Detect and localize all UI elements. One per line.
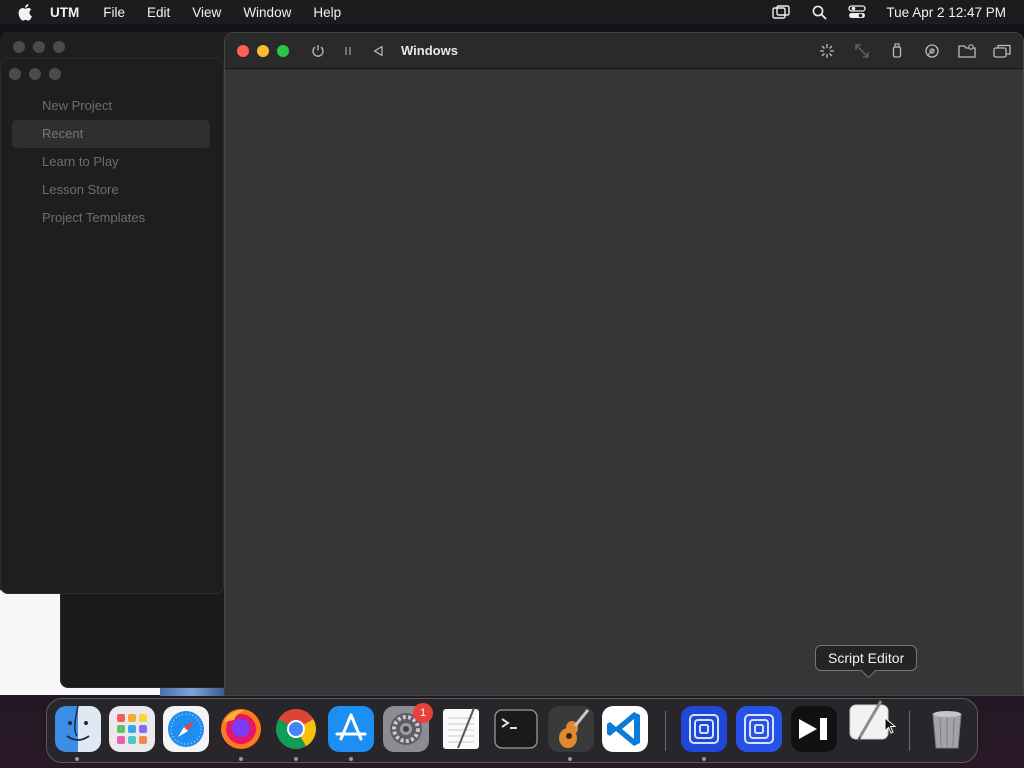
inactive-window-controls	[13, 41, 65, 53]
close-dot-icon[interactable]	[9, 68, 21, 80]
utm-vm-window: Windows	[224, 32, 1024, 696]
chooser-sidebar: New Project Recent Learn to Play Lesson …	[12, 92, 210, 232]
pause-icon[interactable]	[337, 40, 359, 62]
minimize-dot-icon[interactable]	[33, 41, 45, 53]
chrome-icon[interactable]	[273, 706, 319, 752]
imovie-icon[interactable]	[791, 706, 837, 752]
menu-app-name[interactable]: UTM	[50, 5, 79, 20]
dock-tooltip: Script Editor	[815, 645, 918, 671]
desktop-area-strip	[160, 687, 224, 696]
running-indicator	[239, 757, 243, 761]
menu-view[interactable]: View	[192, 5, 221, 20]
notification-badge: 1	[413, 703, 433, 723]
running-indicator	[349, 757, 353, 761]
running-indicator	[75, 757, 79, 761]
capture-input-icon[interactable]	[816, 40, 838, 62]
dock	[46, 698, 978, 763]
window-title: Windows	[401, 43, 458, 58]
running-indicator	[568, 757, 572, 761]
vm-display-area[interactable]	[225, 70, 1023, 695]
app-store-icon[interactable]	[328, 706, 374, 752]
minimize-button[interactable]	[257, 44, 269, 57]
sidebar-item-lesson-store[interactable]: Lesson Store	[12, 176, 210, 204]
apple-menu-icon[interactable]	[18, 3, 36, 21]
windows-icon[interactable]	[991, 40, 1013, 62]
chooser-window-controls	[9, 68, 61, 80]
window-controls	[237, 44, 289, 57]
menu-edit[interactable]: Edit	[147, 5, 170, 20]
utm-icon[interactable]	[681, 706, 727, 752]
menu-file[interactable]: File	[103, 5, 125, 20]
launchpad-icon[interactable]	[109, 706, 155, 752]
zoom-dot-icon[interactable]	[53, 41, 65, 53]
dock-separator	[665, 711, 666, 751]
sidebar-item-recent[interactable]: Recent	[12, 120, 210, 148]
firefox-icon[interactable]	[218, 706, 264, 752]
close-dot-icon[interactable]	[13, 41, 25, 53]
finder-icon[interactable]	[55, 706, 101, 752]
menu-bar: UTM File Edit View Window Help Tue Apr 2…	[0, 0, 1024, 24]
minimize-dot-icon[interactable]	[29, 68, 41, 80]
back-icon[interactable]	[367, 40, 389, 62]
menu-clock[interactable]: Tue Apr 2 12:47 PM	[886, 5, 1006, 20]
vscode-icon[interactable]	[602, 706, 648, 752]
search-icon[interactable]	[810, 4, 828, 20]
terminal-icon[interactable]	[493, 706, 539, 752]
running-indicator	[294, 757, 298, 761]
menu-help[interactable]: Help	[313, 5, 341, 20]
close-button[interactable]	[237, 44, 249, 57]
running-indicator	[702, 757, 706, 761]
sidebar-item-learn-to-play[interactable]: Learn to Play	[12, 148, 210, 176]
sidebar-item-project-templates[interactable]: Project Templates	[12, 204, 210, 232]
trash-icon[interactable]	[924, 706, 970, 752]
utm-vm-icon[interactable]	[736, 706, 782, 752]
dock-separator	[909, 711, 910, 751]
textedit-icon[interactable]	[438, 706, 484, 752]
zoom-button[interactable]	[277, 44, 289, 57]
sidebar-item-new-project[interactable]: New Project	[12, 92, 210, 120]
drive-icon[interactable]	[921, 40, 943, 62]
control-center-icon[interactable]	[848, 4, 867, 20]
menu-window[interactable]: Window	[243, 5, 291, 20]
mouse-cursor-icon	[884, 716, 897, 740]
shared-folder-icon[interactable]	[956, 40, 978, 62]
screen-mirroring-icon[interactable]	[772, 4, 791, 20]
safari-icon[interactable]	[163, 706, 209, 752]
usb-icon[interactable]	[886, 40, 908, 62]
window-titlebar: Windows	[225, 33, 1023, 69]
garageband-icon[interactable]	[548, 706, 594, 752]
resize-icon[interactable]	[851, 40, 873, 62]
power-icon[interactable]	[307, 40, 329, 62]
garageband-project-chooser: New Project Recent Learn to Play Lesson …	[0, 58, 224, 594]
zoom-dot-icon[interactable]	[49, 68, 61, 80]
